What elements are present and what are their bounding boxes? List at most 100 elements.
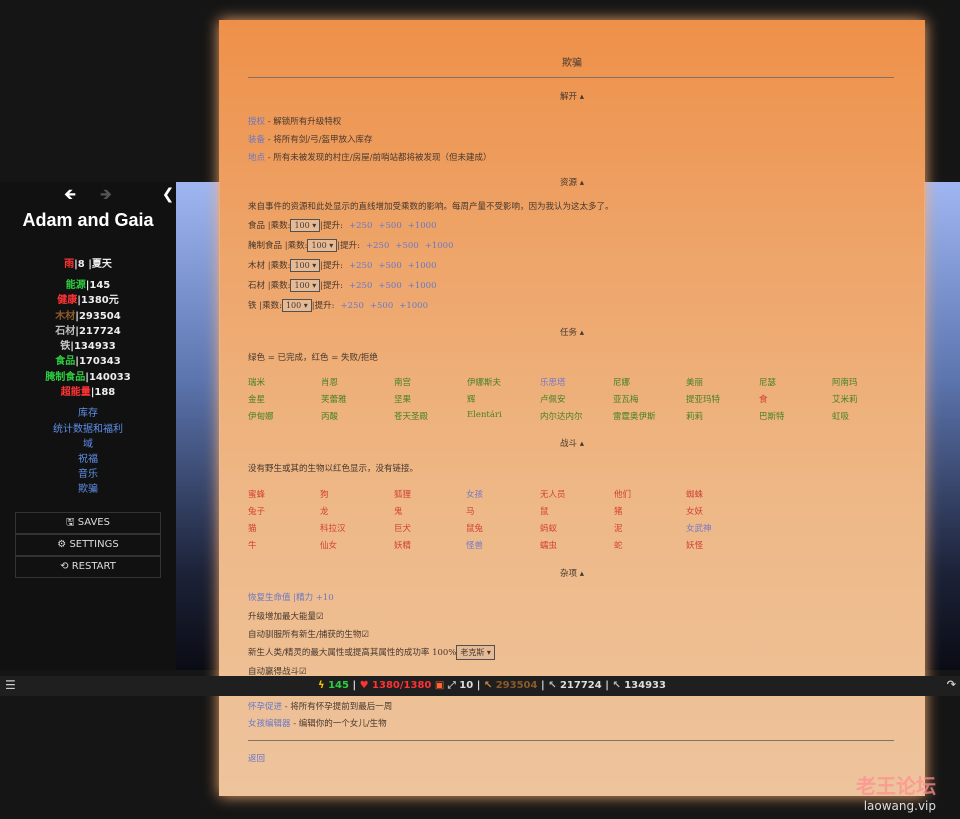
forward-arrow-icon[interactable]: 🡺 xyxy=(96,185,116,203)
unlock-link[interactable]: 授权 xyxy=(248,117,265,127)
grid-cell-link[interactable]: 女妖 xyxy=(686,505,703,517)
grid-cell-link[interactable]: 雷霆奥伊斯 xyxy=(613,410,656,422)
grid-cell-link[interactable]: 科拉汉 xyxy=(320,522,346,534)
pregnancy-boost-link[interactable]: 怀孕促进 xyxy=(248,702,282,712)
grid-cell-link[interactable]: 女孩 xyxy=(466,488,483,500)
misc-option-auto-tame[interactable]: 自动驯服所有新生/捕获的生物☑ xyxy=(248,628,369,640)
grid-cell-link[interactable]: 猫 xyxy=(248,522,257,534)
boost-link[interactable]: +250 xyxy=(349,281,372,291)
grid-cell-link[interactable]: 瑞米 xyxy=(248,376,265,388)
grid-cell-link[interactable]: 妖精 xyxy=(394,539,411,551)
boost-link[interactable]: +250 xyxy=(341,301,364,311)
girl-editor-link[interactable]: 女孩编辑器 xyxy=(248,719,291,729)
multiplier-select[interactable]: 100 ▾ xyxy=(290,279,321,292)
unlock-link[interactable]: 地点 xyxy=(248,153,265,163)
grid-cell-link[interactable]: 仙女 xyxy=(320,539,337,551)
multiplier-select[interactable]: 100 ▾ xyxy=(307,239,338,252)
grid-cell-link[interactable]: 金星 xyxy=(248,393,265,405)
boost-link[interactable]: +1000 xyxy=(425,241,454,251)
boost-link[interactable]: +1000 xyxy=(399,301,428,311)
grid-cell-link[interactable]: 尼娜 xyxy=(613,376,630,388)
multiplier-select[interactable]: 100 ▾ xyxy=(281,299,312,312)
boost-link[interactable]: +500 xyxy=(370,301,393,311)
grid-cell-link[interactable]: 乐思塔 xyxy=(540,376,566,388)
grid-cell-link[interactable]: 妖怪 xyxy=(686,539,703,551)
grid-cell-link[interactable]: 他们 xyxy=(614,488,631,500)
grid-cell-link[interactable]: 狗 xyxy=(320,488,329,500)
grid-cell-link[interactable]: 马 xyxy=(466,505,475,517)
grid-cell-link[interactable]: 南宫 xyxy=(394,376,411,388)
grid-cell-link[interactable]: 亚瓦梅 xyxy=(613,393,639,405)
section-header-unlock[interactable]: 解开 ▴ xyxy=(219,90,925,102)
grid-cell-link[interactable]: 提亚玛特 xyxy=(686,393,720,405)
checkbox-icon[interactable]: ☑ xyxy=(361,630,369,640)
menu-icon[interactable]: ☰ xyxy=(5,678,16,692)
grid-cell-link[interactable]: 蜘蛛 xyxy=(686,488,703,500)
grid-cell-link[interactable]: 食 xyxy=(759,393,768,405)
grid-cell-link[interactable]: 虹吸 xyxy=(832,410,849,422)
checkbox-icon[interactable]: ☑ xyxy=(316,612,324,622)
grid-cell-link[interactable]: 伊甸娜 xyxy=(248,410,274,422)
grid-cell-link[interactable]: 猪 xyxy=(614,505,623,517)
back-arrow-icon[interactable]: 🡸 xyxy=(60,185,80,203)
grid-cell-link[interactable]: 蜜蜂 xyxy=(248,488,265,500)
restart-button[interactable]: ⟲ RESTART xyxy=(15,555,161,578)
grid-cell-link[interactable]: 坚果 xyxy=(394,393,411,405)
multiplier-select[interactable]: 100 ▾ xyxy=(290,219,321,232)
grid-cell-link[interactable]: 阿南玛 xyxy=(832,376,858,388)
section-header-fight[interactable]: 战斗 ▴ xyxy=(219,437,925,449)
grid-cell-link[interactable]: 鬼 xyxy=(394,505,403,517)
grid-cell-link[interactable]: 伊娜斯夫 xyxy=(467,376,501,388)
sidebar-link[interactable]: 库存 xyxy=(0,406,176,421)
grid-cell-link[interactable]: 内尔达内尔 xyxy=(540,410,583,422)
grid-cell-link[interactable]: 龙 xyxy=(320,505,329,517)
grid-cell-link[interactable]: 艾米莉 xyxy=(832,393,858,405)
restore-health-link[interactable]: 恢复生命值 |精力 +10 xyxy=(248,591,334,603)
grid-cell-link[interactable]: 丙酸 xyxy=(321,410,338,422)
sidebar-link[interactable]: 音乐 xyxy=(0,467,176,482)
sidebar-link[interactable]: 统计数据和福利 xyxy=(0,422,176,437)
grid-cell-link[interactable]: 巨犬 xyxy=(394,522,411,534)
toggle-icon[interactable]: ↷ xyxy=(947,678,956,691)
multiplier-select[interactable]: 100 ▾ xyxy=(290,259,321,272)
boost-link[interactable]: +1000 xyxy=(408,221,437,231)
grid-cell-link[interactable]: Elentári xyxy=(467,410,502,420)
grid-cell-link[interactable]: 狐狸 xyxy=(394,488,411,500)
grid-cell-link[interactable]: 卢佩安 xyxy=(540,393,566,405)
grid-cell-link[interactable]: 尼瑟 xyxy=(759,376,776,388)
boost-link[interactable]: +250 xyxy=(366,241,389,251)
grid-cell-link[interactable]: 蛇 xyxy=(614,539,623,551)
grid-cell-link[interactable]: 蠕虫 xyxy=(540,539,557,551)
misc-option-max-energy[interactable]: 升级增加最大能量☑ xyxy=(248,610,324,622)
boost-link[interactable]: +500 xyxy=(378,281,401,291)
race-select[interactable]: 老克斯 ▾ xyxy=(456,645,495,660)
boost-link[interactable]: +1000 xyxy=(408,281,437,291)
sidebar-link[interactable]: 域 xyxy=(0,437,176,452)
boost-link[interactable]: +500 xyxy=(378,261,401,271)
grid-cell-link[interactable]: 鼠 xyxy=(540,505,549,517)
grid-cell-link[interactable]: 兔子 xyxy=(248,505,265,517)
grid-cell-link[interactable]: 女武神 xyxy=(686,522,712,534)
grid-cell-link[interactable]: 泥 xyxy=(614,522,623,534)
unlock-link[interactable]: 装备 xyxy=(248,135,265,145)
boost-link[interactable]: +500 xyxy=(378,221,401,231)
collapse-sidebar-icon[interactable]: ❮ xyxy=(158,185,178,203)
grid-cell-link[interactable]: 巴斯特 xyxy=(759,410,785,422)
boost-link[interactable]: +1000 xyxy=(408,261,437,271)
section-header-misc[interactable]: 杂项 ▴ xyxy=(219,567,925,579)
grid-cell-link[interactable]: 无人员 xyxy=(540,488,566,500)
sidebar-link[interactable]: 祝福 xyxy=(0,452,176,467)
grid-cell-link[interactable]: 鼠兔 xyxy=(466,522,483,534)
section-header-resources[interactable]: 资源 ▴ xyxy=(219,176,925,188)
boost-link[interactable]: +250 xyxy=(349,221,372,231)
grid-cell-link[interactable]: 辉 xyxy=(467,393,476,405)
grid-cell-link[interactable]: 苍天圣殿 xyxy=(394,410,428,422)
grid-cell-link[interactable]: 芙蕾雅 xyxy=(321,393,347,405)
saves-button[interactable]: 🖫 SAVES xyxy=(15,511,161,534)
back-link[interactable]: 返回 xyxy=(248,752,265,764)
grid-cell-link[interactable]: 肖恩 xyxy=(321,376,338,388)
grid-cell-link[interactable]: 美丽 xyxy=(686,376,703,388)
grid-cell-link[interactable]: 蚂蚁 xyxy=(540,522,557,534)
grid-cell-link[interactable]: 牛 xyxy=(248,539,257,551)
boost-link[interactable]: +500 xyxy=(395,241,418,251)
